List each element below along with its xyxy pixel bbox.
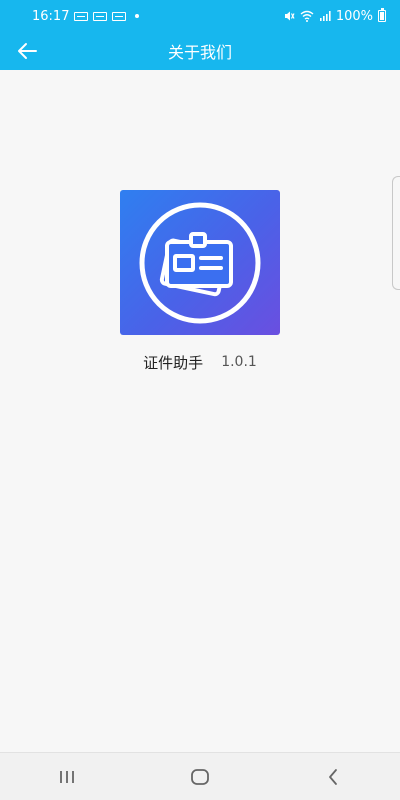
app-bar: 关于我们: [0, 32, 400, 70]
signal-icon: [319, 11, 331, 21]
status-right: 100%: [283, 8, 386, 24]
app-name: 证件助手: [143, 353, 204, 372]
battery-icon: [378, 8, 386, 22]
app-info: 证件助手 1.0.1: [0, 350, 400, 374]
battery-percent: 100%: [335, 8, 373, 24]
recent-apps-button[interactable]: [37, 757, 97, 797]
back-icon: [329, 768, 338, 785]
arrow-left-icon: [18, 43, 37, 59]
home-button[interactable]: [170, 757, 230, 797]
home-icon: [191, 768, 209, 785]
page-title: 关于我们: [167, 43, 232, 62]
status-time: 16:17: [32, 8, 70, 24]
notification-icon: [74, 11, 89, 21]
app-logo: [120, 190, 280, 335]
back-button[interactable]: [12, 36, 42, 66]
edge-panel-handle[interactable]: [392, 176, 400, 290]
app-version: 1.0.1: [221, 354, 257, 370]
notification-icon: [112, 11, 127, 21]
wifi-icon: [300, 10, 314, 22]
mute-icon: [284, 11, 295, 21]
recent-apps-icon: [59, 770, 74, 783]
back-nav-button[interactable]: [303, 757, 363, 797]
system-nav-bar: [0, 752, 400, 800]
notification-icon: [93, 11, 108, 21]
status-bar: 16:17 100%: [0, 0, 400, 32]
id-card-icon: [139, 202, 261, 323]
status-left: 16:17: [32, 8, 140, 24]
dot-icon: [135, 14, 140, 18]
